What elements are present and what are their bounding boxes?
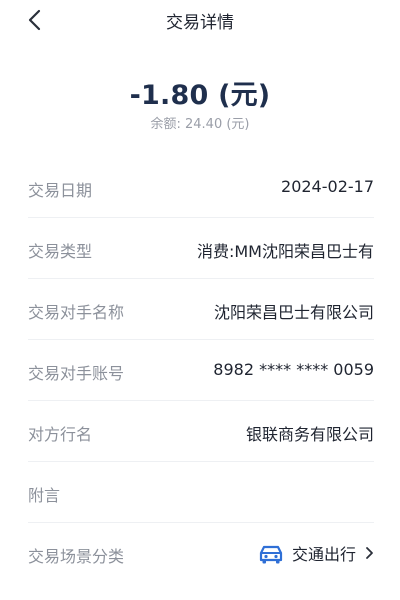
detail-label: 交易日期 xyxy=(28,181,93,200)
detail-row-remark: 附言 xyxy=(28,462,374,523)
detail-label: 交易对手名称 xyxy=(28,303,125,322)
balance-text: 余额: 24.40 (元) xyxy=(150,117,250,132)
car-icon xyxy=(256,538,286,568)
detail-label: 附言 xyxy=(28,486,61,505)
detail-row-date: 交易日期 2024-02-17 xyxy=(28,157,374,218)
detail-row-bank-name: 对方行名 银联商务有限公司 xyxy=(28,401,374,462)
detail-value: 银联商务有限公司 xyxy=(245,425,374,444)
top-bar: 交易详情 xyxy=(0,0,400,40)
detail-row-type: 交易类型 消费:MM沈阳荣昌巴士有 xyxy=(28,218,374,279)
page-title: 交易详情 xyxy=(166,13,234,33)
amount-summary: -1.80 (元) 余额: 24.40 (元) xyxy=(0,78,400,134)
detail-label: 交易对手账号 xyxy=(28,364,125,383)
scene-category-link[interactable]: 交通出行 xyxy=(256,537,374,569)
scene-category-label: 交通出行 xyxy=(291,545,356,564)
detail-value: 沈阳荣昌巴士有限公司 xyxy=(213,303,374,322)
detail-value: 2024-02-17 xyxy=(281,177,374,196)
transaction-details: 交易日期 2024-02-17 交易类型 消费:MM沈阳荣昌巴士有 交易对手名称… xyxy=(28,157,374,584)
transaction-amount: -1.80 (元) xyxy=(129,80,271,111)
detail-label: 交易类型 xyxy=(28,242,93,261)
detail-value: 消费:MM沈阳荣昌巴士有 xyxy=(196,242,374,261)
detail-value: 8982 **** **** 0059 xyxy=(213,360,374,379)
detail-row-counterparty-name: 交易对手名称 沈阳荣昌巴士有限公司 xyxy=(28,279,374,340)
detail-row-scene: 交易场景分类 交通出行 xyxy=(28,523,374,584)
chevron-right-icon xyxy=(364,546,374,560)
detail-label: 对方行名 xyxy=(28,425,93,444)
detail-label: 交易场景分类 xyxy=(28,547,125,566)
detail-row-counterparty-account: 交易对手账号 8982 **** **** 0059 xyxy=(28,340,374,401)
